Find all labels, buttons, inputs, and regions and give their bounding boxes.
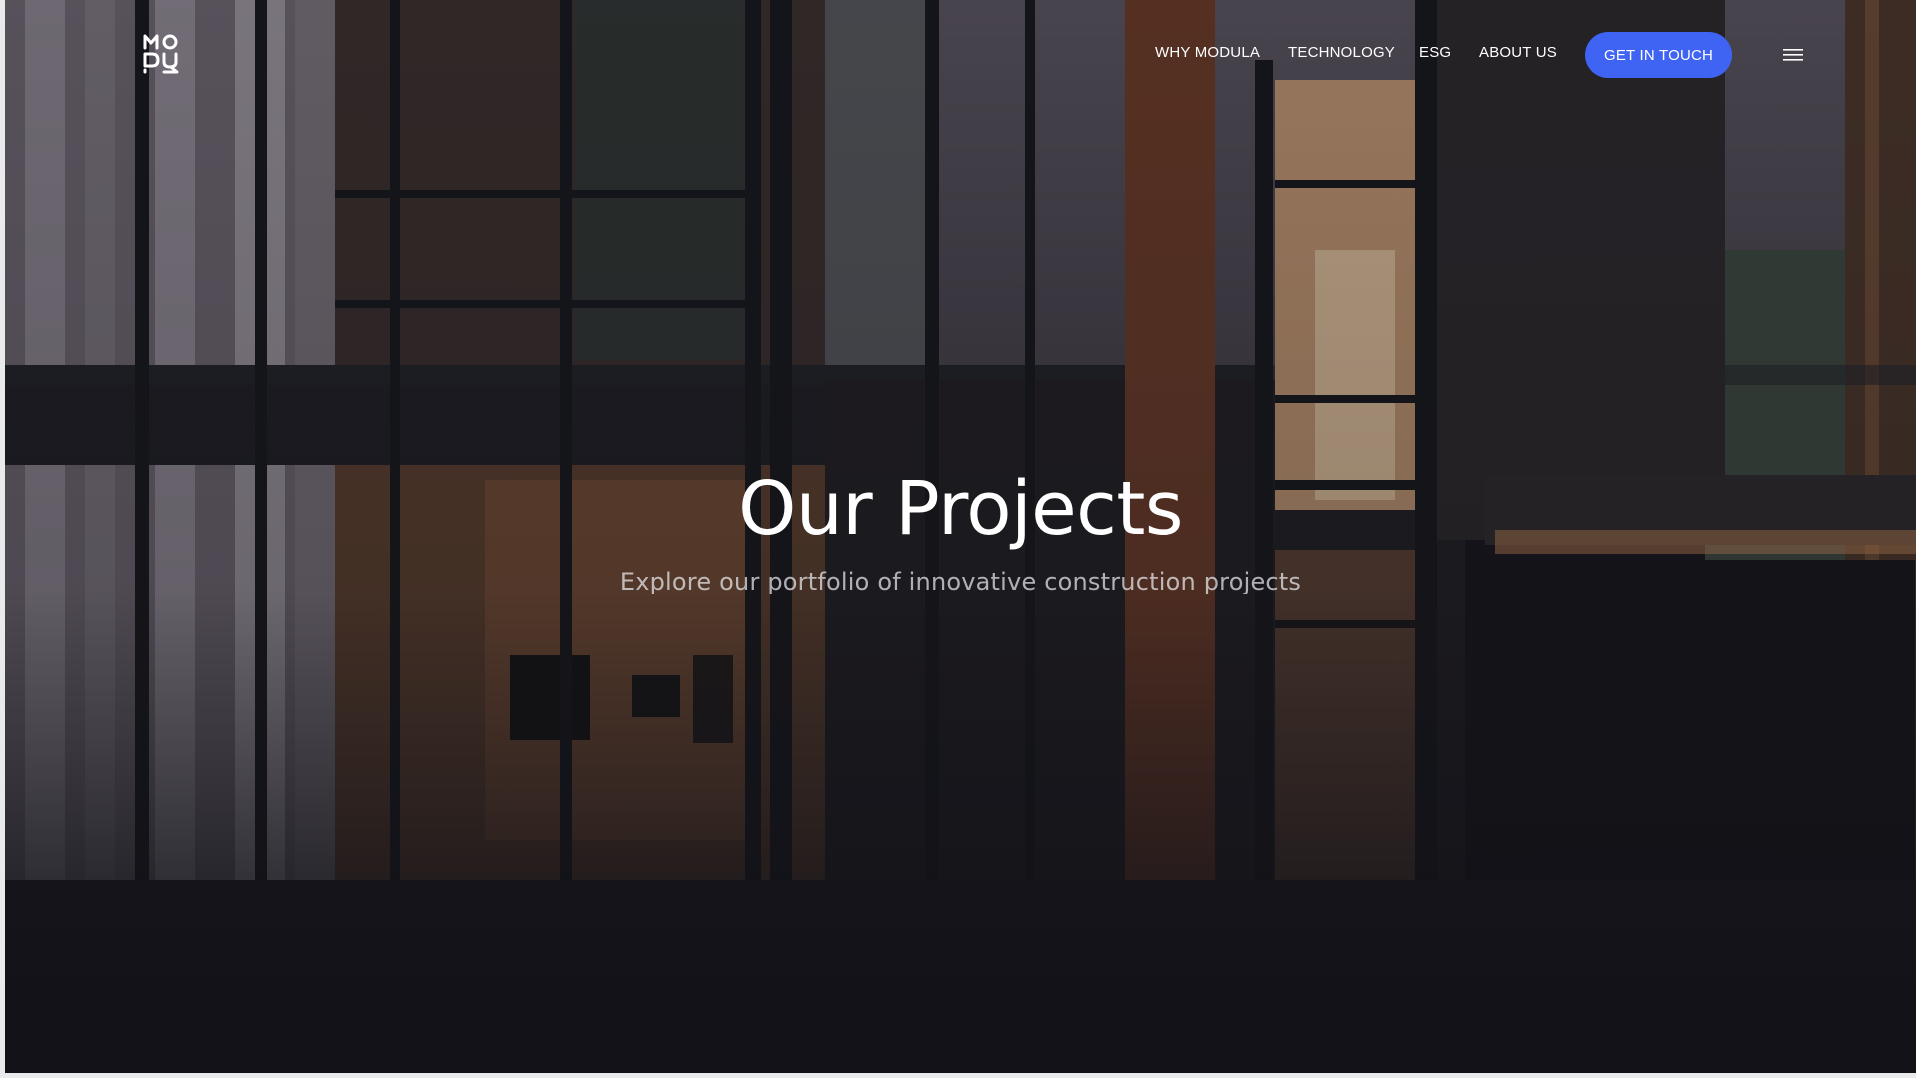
hero-section: WHY MODULA TECHNOLOGY ESG ABOUT US GET I… (5, 0, 1916, 1073)
nav-link-esg[interactable]: ESG (1419, 44, 1451, 61)
hamburger-menu-icon[interactable] (1781, 44, 1807, 66)
nav-link-about-us[interactable]: ABOUT US (1479, 44, 1557, 61)
page-subtitle: Explore our portfolio of innovative cons… (619, 568, 1302, 594)
nav-link-why-modula[interactable]: WHY MODULA (1155, 44, 1260, 61)
modula-logo[interactable] (142, 32, 182, 74)
nav-link-technology[interactable]: TECHNOLOGY (1288, 44, 1395, 61)
top-navigation: WHY MODULA TECHNOLOGY ESG ABOUT US GET I… (5, 0, 1916, 110)
page-title: Our Projects (738, 466, 1183, 552)
get-in-touch-button[interactable]: GET IN TOUCH (1585, 32, 1732, 78)
